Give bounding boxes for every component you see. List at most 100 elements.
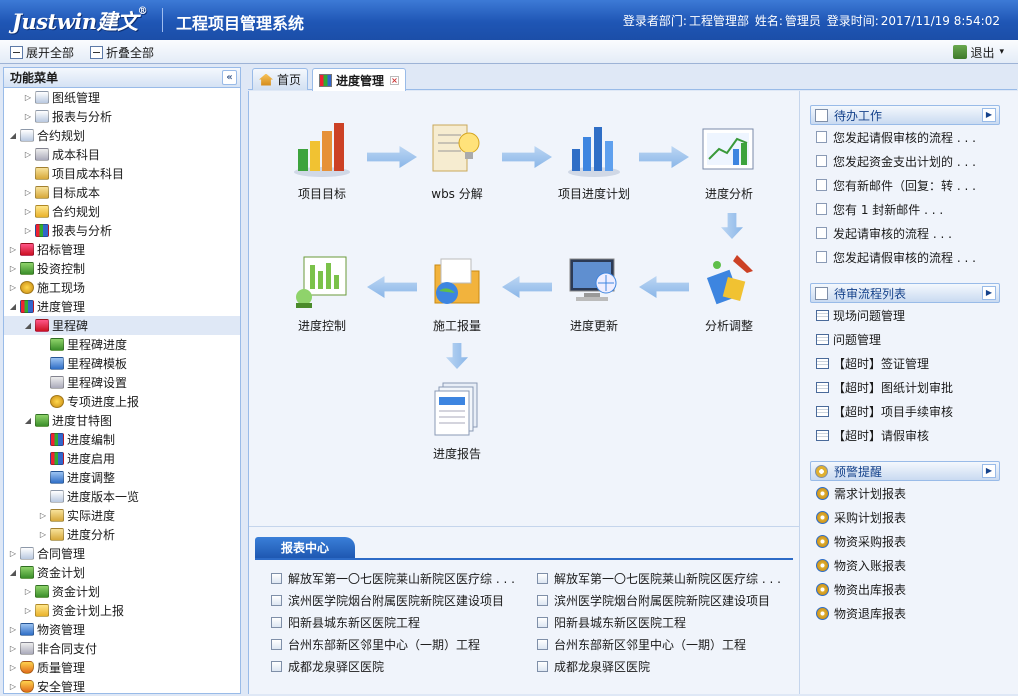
- expand-toggle-icon[interactable]: ◢: [8, 568, 18, 577]
- expand-toggle-icon[interactable]: ◢: [8, 131, 18, 140]
- flow-node-schedule-report[interactable]: 进度报告: [402, 379, 512, 462]
- pending-item[interactable]: 【超时】签证管理: [810, 351, 1000, 375]
- pending-item[interactable]: 现场问题管理: [810, 303, 1000, 327]
- menu-item[interactable]: ▷ 资金计划上报: [4, 601, 240, 620]
- expand-toggle-icon[interactable]: ▷: [8, 549, 18, 558]
- menu-item[interactable]: 专项进度上报: [4, 392, 240, 411]
- menu-item[interactable]: ▷ 进度分析: [4, 525, 240, 544]
- warning-item[interactable]: 物资采购报表: [810, 529, 1000, 553]
- warning-item[interactable]: 物资退库报表: [810, 601, 1000, 625]
- report-link[interactable]: 阳新县城东新区医院工程: [537, 611, 802, 633]
- todo-item[interactable]: 您发起请假审核的流程 . . .: [810, 125, 1000, 149]
- warning-item[interactable]: 采购计划报表: [810, 505, 1000, 529]
- menu-item[interactable]: ▷ 资金计划: [4, 582, 240, 601]
- menu-item[interactable]: ◢ 里程碑: [4, 316, 240, 335]
- close-icon[interactable]: ×: [390, 75, 400, 85]
- menu-item[interactable]: 项目成本科目: [4, 164, 240, 183]
- tab-home[interactable]: 首页: [252, 68, 309, 90]
- expand-toggle-icon[interactable]: ▷: [8, 682, 18, 691]
- menu-item[interactable]: ▷ 报表与分析: [4, 221, 240, 240]
- flow-node-analysis-adjust[interactable]: 分析调整: [674, 251, 784, 334]
- more-button[interactable]: ▶: [982, 108, 996, 122]
- collapse-all-button[interactable]: 折叠全部: [90, 43, 154, 61]
- menu-item[interactable]: ◢ 合约规划: [4, 126, 240, 145]
- todo-item[interactable]: 发起请审核的流程 . . .: [810, 221, 1000, 245]
- expand-toggle-icon[interactable]: ▷: [8, 264, 18, 273]
- pending-item[interactable]: 【超时】请假审核: [810, 423, 1000, 447]
- expand-toggle-icon[interactable]: ▷: [8, 245, 18, 254]
- menu-item[interactable]: ▷ 施工现场: [4, 278, 240, 297]
- expand-toggle-icon[interactable]: ▷: [8, 283, 18, 292]
- report-link[interactable]: 成都龙泉驿区医院: [537, 655, 802, 677]
- menu-item[interactable]: 进度调整: [4, 468, 240, 487]
- more-button[interactable]: ▶: [982, 464, 996, 478]
- expand-toggle-icon[interactable]: ▷: [8, 625, 18, 634]
- menu-item[interactable]: ▷ 质量管理: [4, 658, 240, 677]
- report-link[interactable]: 成都龙泉驿区医院: [271, 655, 536, 677]
- menu-item[interactable]: ◢ 进度甘特图: [4, 411, 240, 430]
- menu-item[interactable]: ▷ 投资控制: [4, 259, 240, 278]
- warning-item[interactable]: 物资入账报表: [810, 553, 1000, 577]
- expand-toggle-icon[interactable]: ◢: [23, 321, 33, 330]
- panel-splitter[interactable]: [241, 67, 247, 694]
- expand-toggle-icon[interactable]: ▷: [23, 112, 33, 121]
- pending-item[interactable]: 【超时】项目手续审核: [810, 399, 1000, 423]
- flow-node-schedule-update[interactable]: 进度更新: [539, 251, 649, 334]
- menu-item[interactable]: ▷ 目标成本: [4, 183, 240, 202]
- flow-node-project-goal[interactable]: 项目目标: [267, 119, 377, 202]
- report-link[interactable]: 解放军第一〇七医院莱山新院区医疗综 . . .: [537, 567, 802, 589]
- menu-item[interactable]: ▷ 招标管理: [4, 240, 240, 259]
- expand-toggle-icon[interactable]: ▷: [38, 530, 48, 539]
- menu-item[interactable]: 里程碑模板: [4, 354, 240, 373]
- menu-item[interactable]: ▷ 非合同支付: [4, 639, 240, 658]
- expand-toggle-icon[interactable]: ▷: [23, 150, 33, 159]
- collapse-panel-button[interactable]: «: [222, 70, 237, 85]
- menu-item[interactable]: ◢ 进度管理: [4, 297, 240, 316]
- expand-toggle-icon[interactable]: ▷: [8, 663, 18, 672]
- menu-item[interactable]: ▷ 安全管理: [4, 677, 240, 693]
- report-link[interactable]: 台州东部新区邻里中心（一期）工程: [271, 633, 536, 655]
- menu-item[interactable]: ▷ 实际进度: [4, 506, 240, 525]
- pending-item[interactable]: 【超时】图纸计划审批: [810, 375, 1000, 399]
- expand-all-button[interactable]: 展开全部: [10, 43, 74, 61]
- menu-item[interactable]: 进度编制: [4, 430, 240, 449]
- todo-item[interactable]: 您发起资金支出计划的 . . .: [810, 149, 1000, 173]
- flow-node-wbs[interactable]: wbs 分解: [402, 119, 512, 202]
- todo-item[interactable]: 您有新邮件（回复：转 . . .: [810, 173, 1000, 197]
- menu-item[interactable]: ▷ 报表与分析: [4, 107, 240, 126]
- menu-item[interactable]: 进度启用: [4, 449, 240, 468]
- menu-item[interactable]: ▷ 合约规划: [4, 202, 240, 221]
- flow-node-schedule-plan[interactable]: 项目进度计划: [539, 119, 649, 202]
- menu-item[interactable]: ▷ 合同管理: [4, 544, 240, 563]
- menu-item[interactable]: ◢ 资金计划: [4, 563, 240, 582]
- todo-item[interactable]: 您发起请假审核的流程 . . .: [810, 245, 1000, 269]
- report-link[interactable]: 解放军第一〇七医院莱山新院区医疗综 . . .: [271, 567, 536, 589]
- menu-item[interactable]: 里程碑设置: [4, 373, 240, 392]
- report-center-tab[interactable]: 报表中心: [255, 537, 355, 559]
- expand-toggle-icon[interactable]: ▷: [23, 587, 33, 596]
- expand-toggle-icon[interactable]: ▷: [23, 226, 33, 235]
- report-link[interactable]: 滨州医学院烟台附属医院新院区建设项目: [271, 589, 536, 611]
- warning-item[interactable]: 物资出库报表: [810, 577, 1000, 601]
- warning-item[interactable]: 需求计划报表: [810, 481, 1000, 505]
- exit-button[interactable]: 退出 ▾: [953, 43, 1004, 61]
- todo-item[interactable]: 您有 1 封新邮件 . . .: [810, 197, 1000, 221]
- menu-item[interactable]: 进度版本一览: [4, 487, 240, 506]
- expand-toggle-icon[interactable]: ▷: [23, 207, 33, 216]
- pending-item[interactable]: 问题管理: [810, 327, 1000, 351]
- flow-node-schedule-analysis[interactable]: 进度分析: [674, 119, 784, 202]
- tab-progress-management[interactable]: 进度管理 ×: [312, 68, 407, 91]
- expand-toggle-icon[interactable]: ▷: [23, 606, 33, 615]
- expand-toggle-icon[interactable]: ▷: [8, 644, 18, 653]
- expand-toggle-icon[interactable]: ◢: [23, 416, 33, 425]
- menu-item[interactable]: ▷ 图纸管理: [4, 88, 240, 107]
- expand-toggle-icon[interactable]: ◢: [8, 302, 18, 311]
- more-button[interactable]: ▶: [982, 286, 996, 300]
- report-link[interactable]: 台州东部新区邻里中心（一期）工程: [537, 633, 802, 655]
- expand-toggle-icon[interactable]: ▷: [38, 511, 48, 520]
- menu-item[interactable]: 里程碑进度: [4, 335, 240, 354]
- expand-toggle-icon[interactable]: ▷: [23, 188, 33, 197]
- report-link[interactable]: 阳新县城东新区医院工程: [271, 611, 536, 633]
- menu-item[interactable]: ▷ 成本科目: [4, 145, 240, 164]
- flow-node-schedule-control[interactable]: 进度控制: [267, 251, 377, 334]
